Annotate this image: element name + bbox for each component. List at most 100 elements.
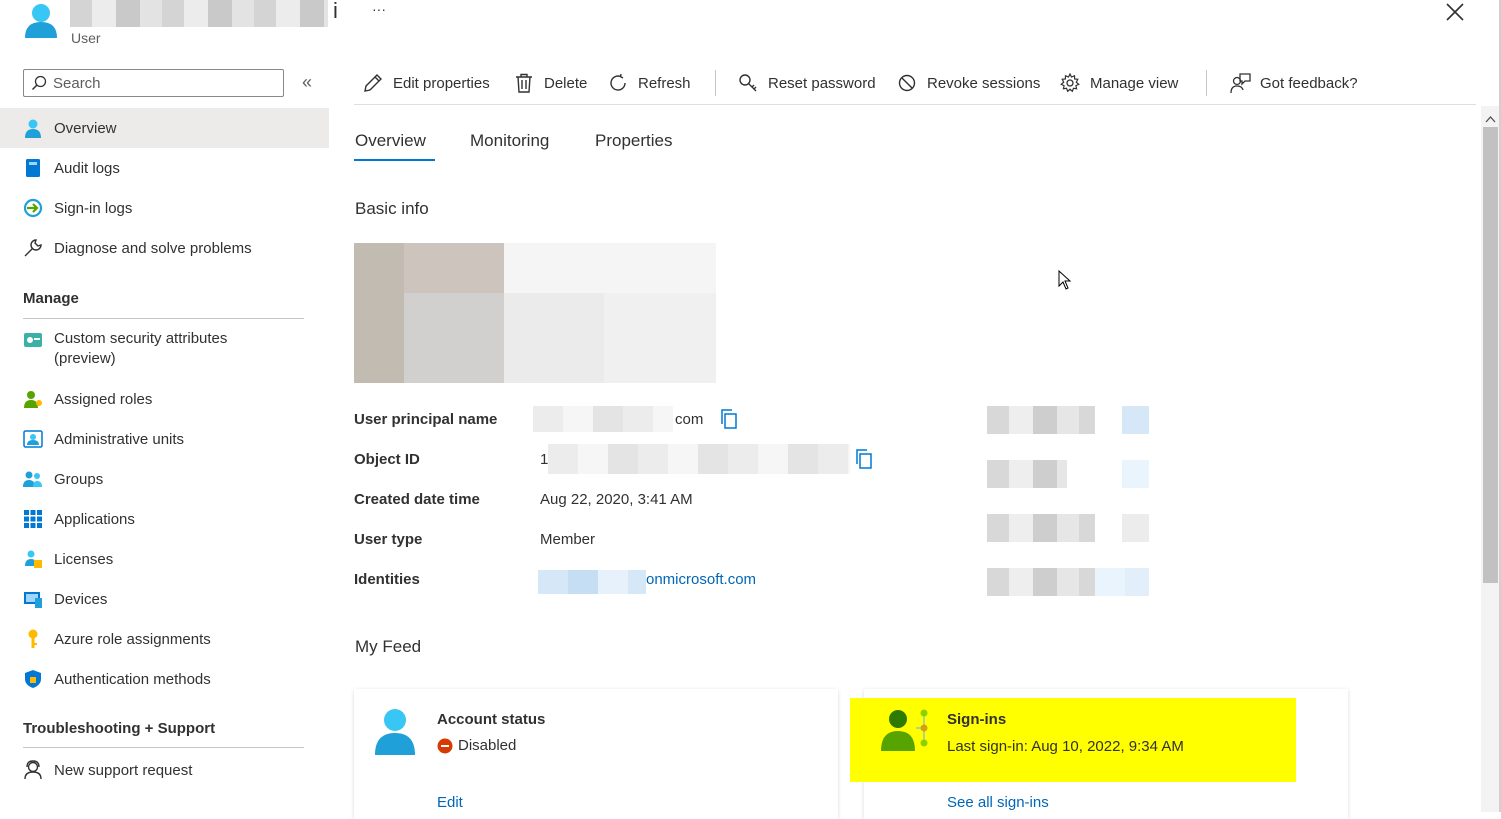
toolbar-divider <box>354 104 1476 105</box>
nav-devices[interactable]: Devices <box>0 579 329 619</box>
nav-licenses[interactable]: Licenses <box>0 539 329 579</box>
key-search-icon <box>737 72 759 94</box>
nav-administrative-units[interactable]: Administrative units <box>0 419 329 459</box>
divider <box>23 318 304 319</box>
assigned-roles-icon <box>23 389 43 409</box>
redacted-value <box>987 406 1095 434</box>
nav-authentication-methods[interactable]: Authentication methods <box>0 659 329 699</box>
toolbar-label: Manage view <box>1090 74 1179 92</box>
nav-label: Administrative units <box>54 430 185 448</box>
status-row: Disabled <box>437 737 516 754</box>
toolbar-separator <box>1206 70 1207 96</box>
close-icon[interactable] <box>1442 0 1468 26</box>
security-attributes-icon <box>23 330 43 350</box>
see-all-sign-ins-link[interactable]: See all sign-ins <box>947 794 1049 811</box>
delete-button[interactable]: Delete <box>513 70 587 96</box>
redacted-value <box>987 568 1095 596</box>
nav-assigned-roles[interactable]: Assigned roles <box>0 379 329 419</box>
collapse-sidebar-button[interactable]: « <box>302 72 312 93</box>
manage-view-button[interactable]: Manage view <box>1059 70 1178 96</box>
administrative-units-icon <box>23 429 43 449</box>
sign-ins-title: Sign-ins <box>947 711 1007 728</box>
divider <box>23 747 304 748</box>
nav-label: Assigned roles <box>54 390 153 408</box>
search-icon <box>31 75 47 91</box>
user-type-value: Member <box>540 531 596 548</box>
nav-label: Overview <box>54 119 117 137</box>
copy-object-id-icon[interactable] <box>855 449 873 473</box>
refresh-icon <box>607 72 629 94</box>
nav-applications[interactable]: Applications <box>0 499 329 539</box>
last-sign-in-text: Last sign-in: Aug 10, 2022, 9:34 AM <box>947 738 1184 755</box>
basic-info-heading: Basic info <box>355 199 429 218</box>
tab-overview[interactable]: Overview <box>355 131 426 151</box>
identities-link[interactable]: onmicrosoft.com <box>646 571 756 588</box>
search-box[interactable] <box>23 69 284 97</box>
nav-overview[interactable]: Overview <box>0 108 329 148</box>
edit-account-status-link[interactable]: Edit <box>437 794 463 811</box>
nav-diagnose[interactable]: Diagnose and solve problems <box>0 228 329 268</box>
tab-monitoring[interactable]: Monitoring <box>470 131 549 151</box>
identities-label: Identities <box>354 571 420 588</box>
pencil-icon <box>362 72 384 94</box>
sign-ins-icon <box>880 709 930 757</box>
toolbar-label: Edit properties <box>393 74 490 92</box>
prohibited-icon <box>896 72 918 94</box>
toolbar-separator <box>715 70 716 96</box>
nav-azure-role-assignments[interactable]: Azure role assignments <box>0 619 329 659</box>
copy-upn-icon[interactable] <box>720 409 738 433</box>
nav-custom-security-attributes[interactable]: Custom security attributes (preview) <box>0 328 329 370</box>
sign-ins-card: Sign-ins Last sign-in: Aug 10, 2022, 9:3… <box>850 689 1348 819</box>
nav-label: Custom security attributes <box>54 330 228 347</box>
upn-label: User principal name <box>354 411 498 428</box>
reset-password-button[interactable]: Reset password <box>737 70 876 96</box>
nav-label: Sign-in logs <box>54 199 133 217</box>
key-icon <box>23 629 43 649</box>
applications-grid-icon <box>23 509 43 529</box>
nav-label: Devices <box>54 590 108 608</box>
user-type-label: User type <box>354 531 423 548</box>
refresh-button[interactable]: Refresh <box>607 70 691 96</box>
redacted-value <box>1122 460 1149 488</box>
nav-label: Authentication methods <box>54 670 211 688</box>
more-options-button[interactable]: ··· <box>372 1 386 17</box>
wrench-icon <box>23 238 43 258</box>
search-input[interactable] <box>53 74 273 92</box>
groups-icon <box>23 469 43 489</box>
feedback-button[interactable]: Got feedback? <box>1229 70 1358 96</box>
nav-label: Applications <box>54 510 135 528</box>
redacted-value <box>987 514 1095 542</box>
active-tab-indicator <box>354 159 435 161</box>
nav-audit-logs[interactable]: Audit logs <box>0 148 329 188</box>
support-heading: Troubleshooting + Support <box>23 720 216 737</box>
redacted-value <box>1122 514 1149 542</box>
user-avatar-icon <box>22 2 60 38</box>
object-id-label: Object ID <box>354 451 420 468</box>
scroll-up-arrow-icon[interactable] <box>1485 110 1496 127</box>
devices-icon <box>23 589 43 609</box>
toolbar-label: Refresh <box>638 74 691 92</box>
user-icon <box>23 118 43 138</box>
mouse-cursor-icon <box>1058 269 1072 294</box>
created-value: Aug 22, 2020, 3:41 AM <box>540 491 693 508</box>
identities-redacted <box>538 570 646 594</box>
nav-new-support-request[interactable]: New support request <box>0 750 329 790</box>
edit-properties-button[interactable]: Edit properties <box>362 70 490 96</box>
nav-label-preview: (preview) <box>54 350 116 367</box>
shield-icon <box>23 669 43 689</box>
nav-label: Groups <box>54 470 104 488</box>
nav-sign-in-logs[interactable]: Sign-in logs <box>0 188 329 228</box>
trash-icon <box>513 72 535 94</box>
gear-icon <box>1059 72 1081 94</box>
sign-in-arrow-icon <box>23 198 43 218</box>
tab-properties[interactable]: Properties <box>595 131 672 151</box>
upn-suffix: com <box>675 411 704 428</box>
revoke-sessions-button[interactable]: Revoke sessions <box>896 70 1040 96</box>
nav-groups[interactable]: Groups <box>0 459 329 499</box>
scrollbar-thumb[interactable] <box>1483 127 1498 583</box>
log-book-icon <box>23 158 43 178</box>
redacted-value <box>987 460 1067 488</box>
nav-label: Licenses <box>54 550 114 568</box>
nav-label: Azure role assignments <box>54 630 211 648</box>
disabled-status-icon <box>437 738 453 754</box>
